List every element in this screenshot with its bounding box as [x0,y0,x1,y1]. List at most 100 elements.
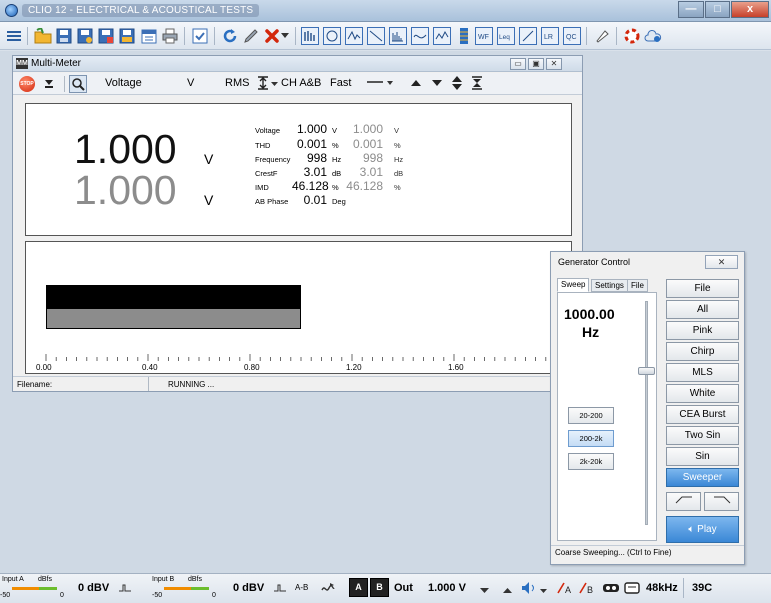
input-a-level[interactable]: 0 dBV [78,582,109,594]
wf-icon[interactable]: WF [474,26,494,46]
sample-rate[interactable]: 48kHz [646,582,678,594]
input-a-unit: dBfs [38,576,53,583]
signal-chirp-button[interactable]: Chirp [666,342,739,361]
hold-icon[interactable] [257,76,269,93]
row-value-a: 1.000 [296,122,327,136]
signal-all-button[interactable]: All [666,300,739,319]
loop-b-icon[interactable]: B [578,581,596,598]
range-200-2k-button[interactable]: 200-2k [568,430,614,447]
signal-sin-button[interactable]: Sin [666,447,739,466]
reference-dash-icon[interactable] [367,78,393,90]
row-unit-a: Hz [332,155,342,164]
lifebuoy-icon[interactable] [622,26,642,46]
signal-sweeper-button[interactable]: Sweeper [666,468,739,487]
channel-b-button[interactable]: B [370,578,389,597]
arrow-up-icon[interactable] [411,78,421,90]
main-toolbar: WF Leq LR QC [0,22,771,50]
output-down-icon[interactable] [480,585,489,597]
mm-minimize-button[interactable]: ▭ [510,58,526,70]
mm-restore-button[interactable]: ▣ [528,58,544,70]
stop-button[interactable]: STOP [19,76,35,92]
expand-icon[interactable] [452,76,462,93]
multimeter-title: Multi-Meter [31,58,82,69]
signal-white-button[interactable]: White [666,384,739,403]
row-unit-a: Deg [332,197,346,206]
input-b-coupling-icon[interactable] [273,582,287,597]
menu-icon[interactable] [4,26,24,46]
play-button[interactable]: 🔈︎ Play [666,516,739,543]
zoom-search-button[interactable] [69,75,87,93]
range-20-200-button[interactable]: 20-200 [568,407,614,424]
input-a-coupling-icon[interactable] [118,582,132,597]
speaker-output-icon[interactable] [521,581,537,598]
checklist-icon[interactable] [190,26,210,46]
calendar-icon[interactable] [139,26,159,46]
save-icon[interactable] [54,26,74,46]
input-b-level[interactable]: 0 dBV [233,582,264,594]
signal-file-button[interactable]: File [666,279,739,298]
tab-sweep[interactable]: Sweep [557,278,590,292]
qc-icon[interactable]: QC [562,26,582,46]
output-up-icon[interactable] [503,584,512,596]
row-value-a: 0.01 [303,193,327,207]
mode-select[interactable]: RMS [225,77,249,89]
output-level[interactable]: 1.000 V [428,582,466,594]
third-octave-icon[interactable] [388,26,408,46]
frequency-slider-thumb[interactable] [638,367,655,375]
phase-icon[interactable] [320,580,336,599]
smith-chart-icon[interactable] [322,26,342,46]
mls-icon[interactable] [344,26,364,46]
chevron-down-icon[interactable] [279,26,291,46]
close-button[interactable]: x [731,1,769,18]
linearity-icon[interactable] [518,26,538,46]
sweep-up-button[interactable] [704,492,739,511]
a-minus-b-button[interactable]: A-B [295,583,308,592]
signal-pink-button[interactable]: Pink [666,321,739,340]
capture-down-icon[interactable] [43,76,55,93]
leq-icon[interactable]: Leq [496,26,516,46]
phantom-power-icon[interactable] [602,582,620,597]
sweep-down-button[interactable] [666,492,701,511]
speed-select[interactable]: Fast [330,77,351,89]
sinusoidal-icon[interactable] [366,26,386,46]
mm-close-button[interactable]: ✕ [546,58,562,70]
device-icon[interactable] [624,581,640,598]
minimize-button[interactable]: — [678,1,704,18]
frequency-slider[interactable] [645,301,648,525]
tag-icon[interactable] [592,26,612,46]
tab-file[interactable]: File [627,279,648,292]
scale-label: 0.80 [244,363,260,372]
generator-close-button[interactable]: ✕ [705,255,738,269]
range-2k-20k-button[interactable]: 2k-20k [568,453,614,470]
signal-mls-button[interactable]: MLS [666,363,739,382]
temperature: 39C [692,582,713,594]
measure-select[interactable]: Voltage [105,77,142,89]
channel-a-button[interactable]: A [349,578,368,597]
cloud-icon[interactable] [643,26,663,46]
speaker-dropdown-icon[interactable] [540,585,547,597]
signal-two-sin-button[interactable]: Two Sin [666,426,739,445]
wavelet-icon[interactable] [432,26,452,46]
refresh-icon[interactable] [220,26,240,46]
hold-dropdown-icon[interactable] [271,78,278,90]
print-icon[interactable] [160,26,180,46]
tab-settings[interactable]: Settings [591,279,628,292]
bar-scale-ticks [45,354,557,361]
pen-icon[interactable] [241,26,261,46]
maximize-button[interactable]: □ [705,1,730,18]
open-folder-icon[interactable] [33,26,53,46]
save-as-icon[interactable] [75,26,95,46]
save-all-icon[interactable] [96,26,116,46]
channel-select[interactable]: CH A&B [281,77,321,89]
signal-cea-burst-button[interactable]: CEA Burst [666,405,739,424]
unit-select[interactable]: V [187,77,194,89]
export-icon[interactable] [117,26,137,46]
main-unit-a: V [204,151,214,167]
level-meter-icon[interactable] [454,26,474,46]
lr-icon[interactable]: LR [540,26,560,46]
fft-icon[interactable] [300,26,320,46]
fit-scale-icon[interactable] [472,76,482,93]
loop-a-icon[interactable]: A [556,581,574,598]
waterfall-icon[interactable] [410,26,430,46]
arrow-down-icon[interactable] [432,78,442,90]
